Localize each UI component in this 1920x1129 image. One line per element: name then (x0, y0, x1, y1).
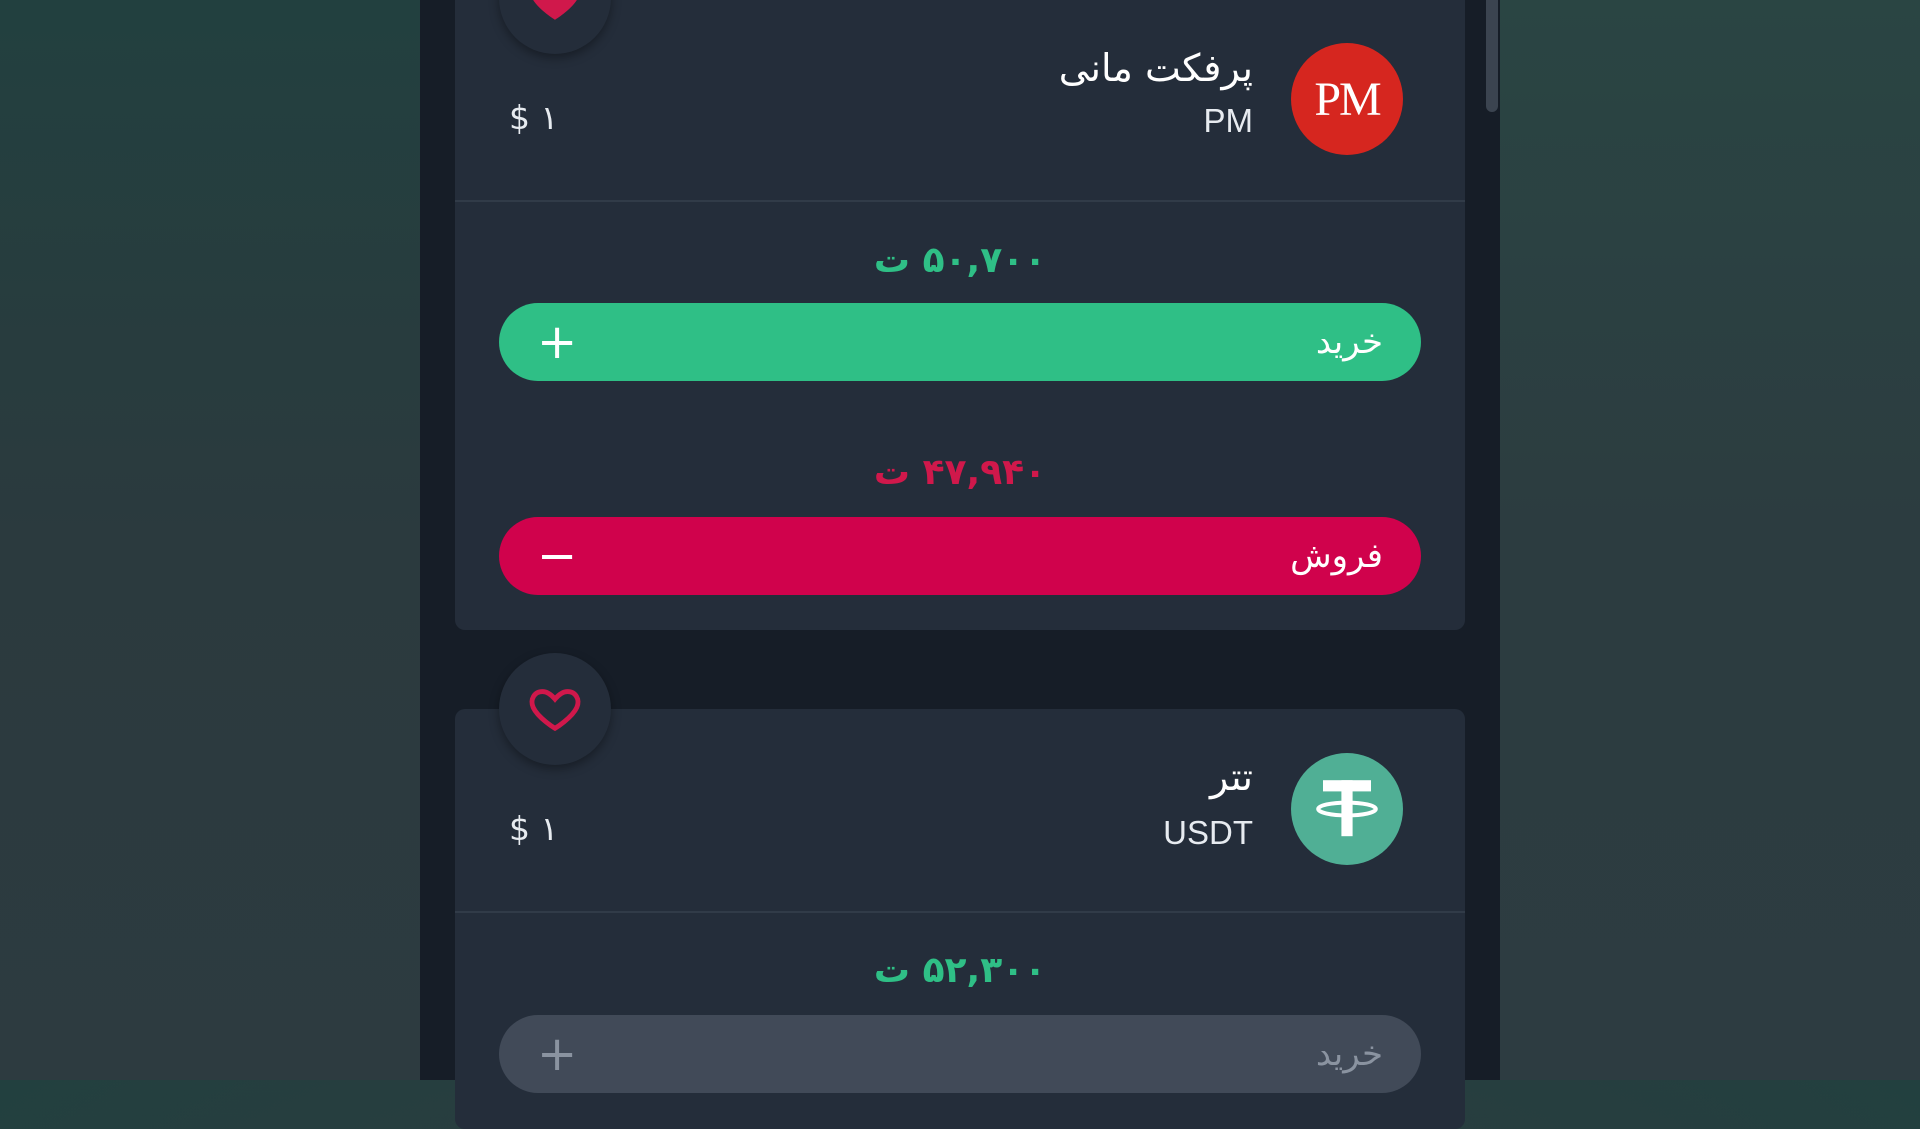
coin-name: تتر (1209, 755, 1253, 799)
perfect-money-logo: PM (1291, 43, 1403, 155)
buy-button-disabled[interactable]: + خرید (499, 1015, 1421, 1093)
coin-name: پرفکت مانی (1058, 46, 1253, 90)
coin-symbol: PM (1203, 102, 1254, 139)
buy-price: ۵۰,۷۰۰ ت (873, 240, 1047, 281)
heart-outline-icon (529, 689, 581, 732)
plus-icon: + (537, 1026, 578, 1082)
card-divider (455, 200, 1465, 202)
unit-price: $ ۱ (509, 98, 559, 137)
currency-card-usdt: تتر USDT $ ۱ ۵۲,۳۰۰ ت + خرید (455, 709, 1465, 1129)
tether-logo (1291, 753, 1403, 865)
tether-icon (1316, 780, 1378, 837)
favorite-button[interactable] (499, 653, 611, 765)
logo-text: PM (1314, 72, 1381, 126)
buy-price: ۵۲,۳۰۰ ت (873, 950, 1047, 991)
sell-button-label: فروش (1290, 536, 1383, 576)
sell-button[interactable]: − فروش (499, 517, 1421, 595)
buy-button[interactable]: + خرید (499, 303, 1421, 381)
currency-card-pm: PM پرفکت مانی PM $ ۱ ۵۰,۷۰۰ ت + خرید ۴۷,… (455, 0, 1465, 630)
card-divider (455, 911, 1465, 913)
unit-price: $ ۱ (509, 809, 559, 848)
sell-price: ۴۷,۹۴۰ ت (873, 452, 1047, 493)
scrollbar[interactable] (1486, 0, 1498, 112)
buy-button-label: خرید (1315, 1034, 1383, 1074)
coin-symbol: USDT (1163, 814, 1253, 851)
buy-button-label: خرید (1315, 322, 1383, 362)
plus-icon: + (537, 314, 578, 370)
minus-icon: − (537, 528, 578, 584)
background-right (1500, 0, 1920, 1080)
background-left (0, 0, 420, 1080)
heart-filled-icon (533, 0, 577, 20)
